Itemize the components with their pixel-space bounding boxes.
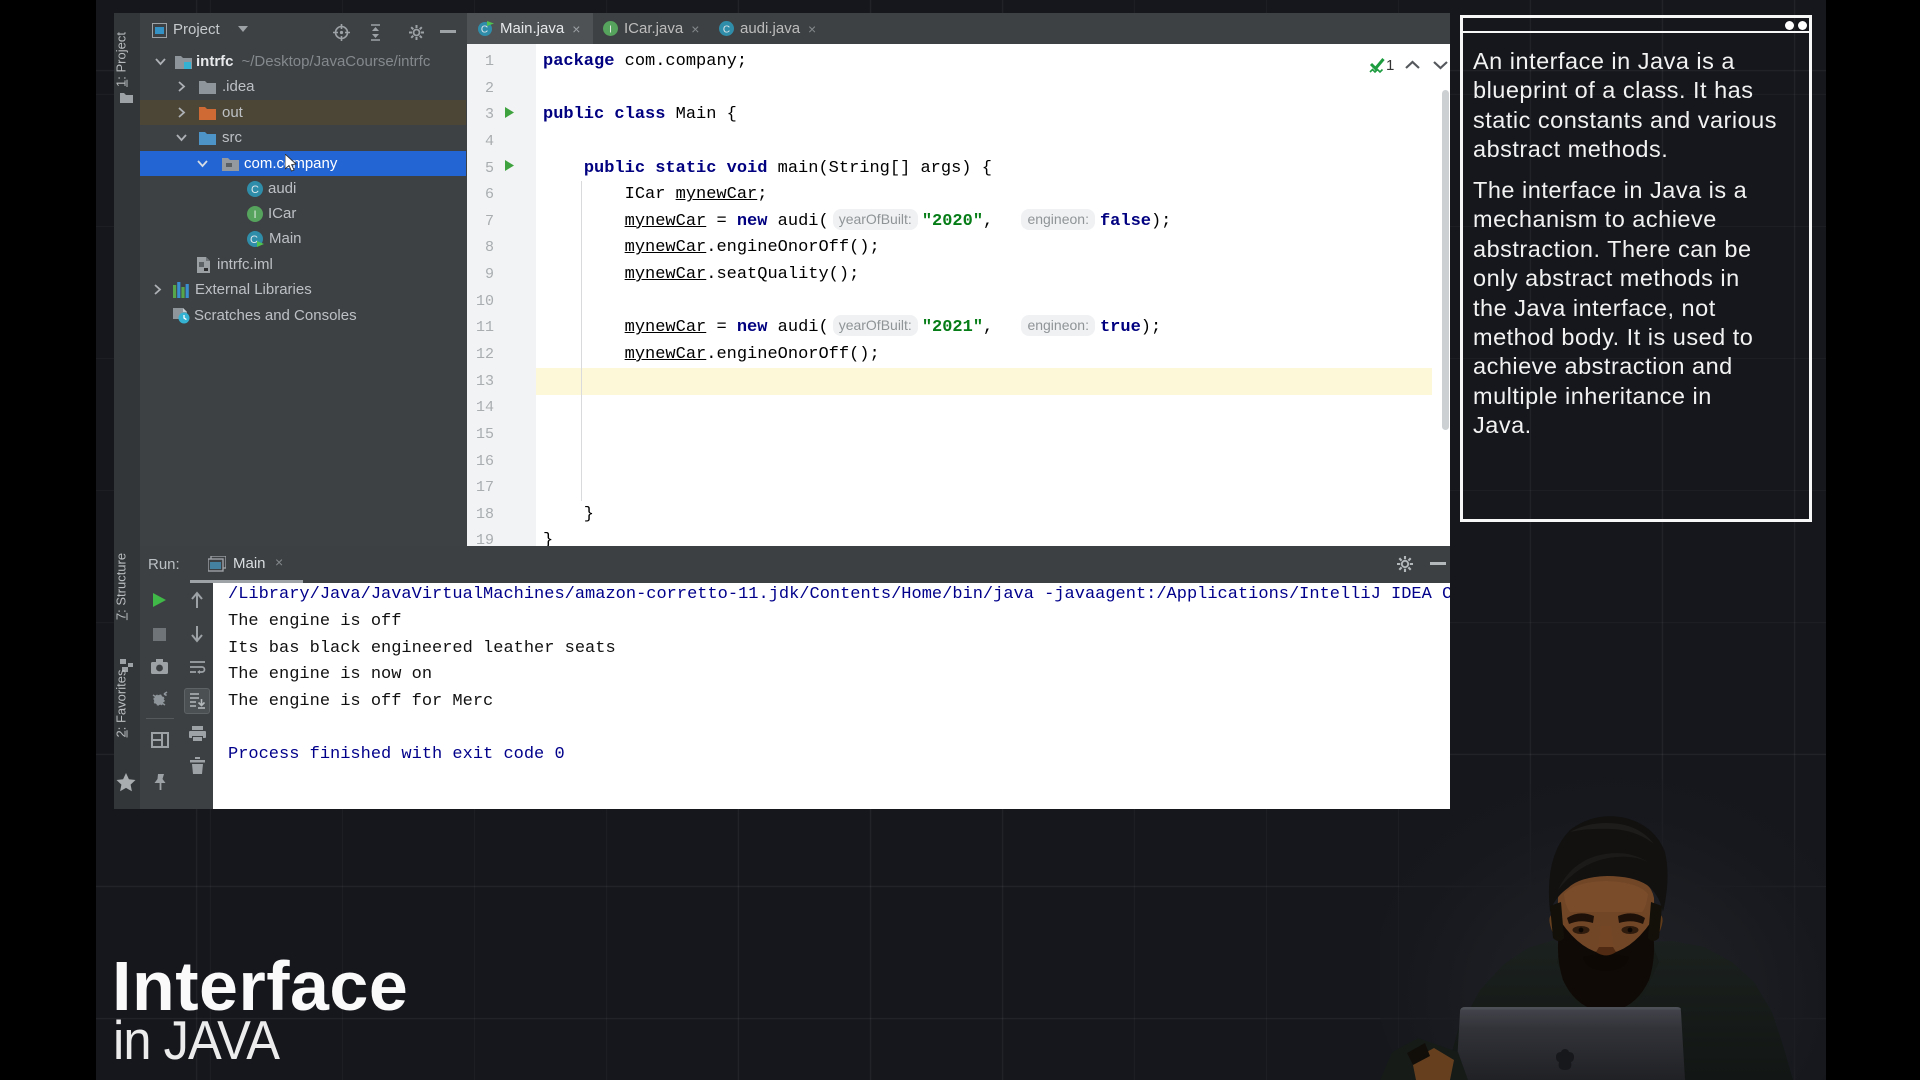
svg-text:I: I bbox=[609, 25, 612, 36]
svg-text:C: C bbox=[481, 25, 488, 36]
svg-text:I: I bbox=[253, 209, 256, 221]
svg-text:C: C bbox=[723, 25, 730, 36]
svg-text:C: C bbox=[251, 184, 259, 196]
svg-text:C: C bbox=[250, 234, 258, 246]
